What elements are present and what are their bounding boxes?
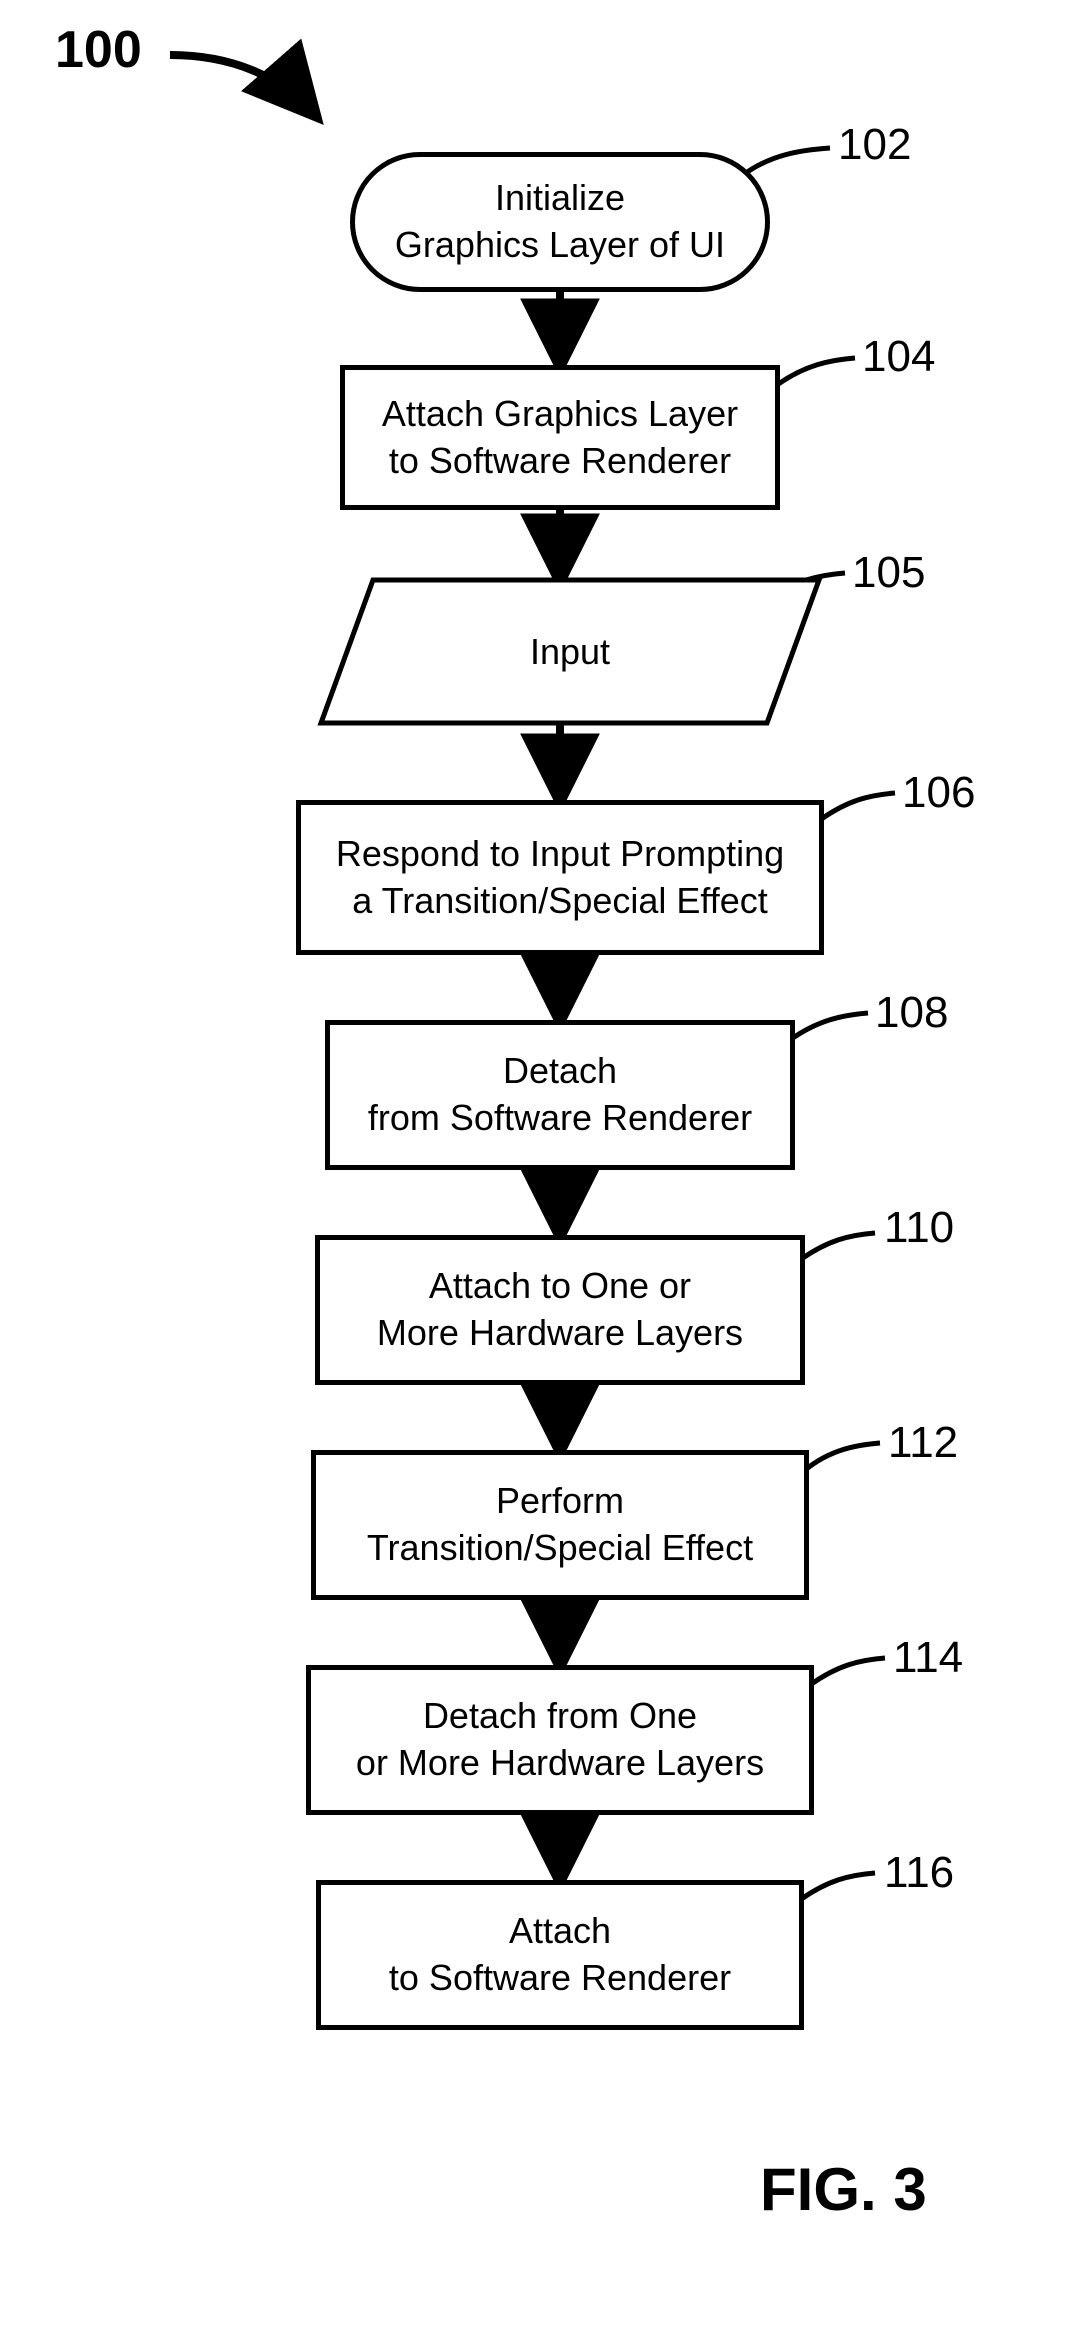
ref-110: 110 — [884, 1203, 954, 1253]
ref-112: 112 — [888, 1418, 958, 1468]
figure-label: FIG. 3 — [760, 2155, 927, 2224]
ref-102: 102 — [838, 120, 911, 170]
step-attach-hw-text: Attach to One or More Hardware Layers — [377, 1263, 743, 1357]
step-respond-text: Respond to Input Prompting a Transition/… — [336, 831, 784, 925]
step-initialize-text: Initialize Graphics Layer of UI — [395, 175, 725, 269]
step-attach-sw-text: Attach Graphics Layer to Software Render… — [382, 391, 738, 485]
flowchart-canvas: 100 Initialize Graphics Layer — [0, 0, 1088, 2337]
step-attach-hw: Attach to One or More Hardware Layers — [315, 1235, 805, 1385]
ref-114: 114 — [893, 1633, 963, 1683]
step-input-text: Input — [530, 631, 610, 673]
step-detach-hw: Detach from One or More Hardware Layers — [306, 1665, 814, 1815]
ref-108: 108 — [875, 988, 948, 1038]
step-detach-sw-text: Detach from Software Renderer — [368, 1048, 752, 1142]
step-attach-sw-final-text: Attach to Software Renderer — [389, 1908, 731, 2002]
step-attach-sw-final: Attach to Software Renderer — [316, 1880, 804, 2030]
ref-106: 106 — [902, 768, 975, 818]
step-perform-text: Perform Transition/Special Effect — [367, 1478, 753, 1572]
step-attach-sw: Attach Graphics Layer to Software Render… — [340, 365, 780, 510]
start-ref-label: 100 — [55, 20, 142, 80]
ref-105: 105 — [852, 548, 925, 598]
step-detach-sw: Detach from Software Renderer — [325, 1020, 795, 1170]
step-respond: Respond to Input Prompting a Transition/… — [296, 800, 824, 955]
step-perform: Perform Transition/Special Effect — [311, 1450, 809, 1600]
ref-104: 104 — [862, 332, 935, 382]
step-input: Input — [321, 580, 819, 723]
step-detach-hw-text: Detach from One or More Hardware Layers — [356, 1693, 764, 1787]
ref-116: 116 — [884, 1848, 954, 1898]
step-initialize: Initialize Graphics Layer of UI — [350, 152, 770, 292]
